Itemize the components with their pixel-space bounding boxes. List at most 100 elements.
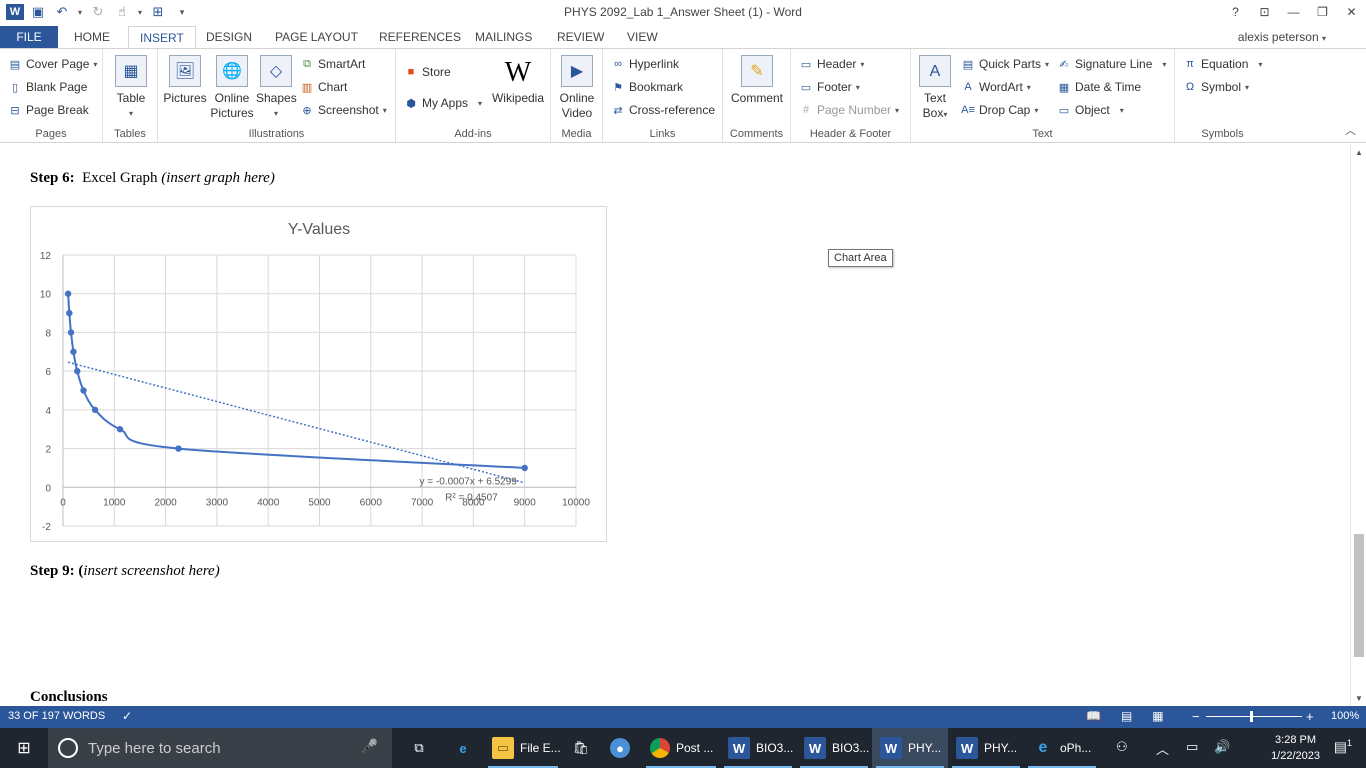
hyperlink-button[interactable]: ∞ Hyperlink [611, 57, 679, 71]
zoom-track[interactable] [1206, 716, 1302, 717]
ribbon-display-options-icon[interactable]: ⊡ [1250, 0, 1279, 24]
taskbar-search[interactable]: Type here to search 🎤 [48, 728, 392, 768]
zoom-in-icon[interactable]: + [1306, 709, 1314, 724]
online-pictures-button[interactable]: 🌐 Online Pictures [210, 55, 254, 121]
comment-button[interactable]: ✎ Comment [728, 55, 786, 106]
chrome-taskbar-icon[interactable]: ● [602, 728, 640, 768]
restore-icon[interactable]: ❐ [1308, 0, 1337, 24]
proofing-icon[interactable]: ✓ [122, 709, 132, 723]
wikipedia-icon: W [504, 57, 532, 88]
people-icon[interactable]: ⚇ [1116, 739, 1128, 755]
notifications-icon[interactable]: ▤1 [1334, 738, 1352, 756]
tab-review[interactable]: REVIEW [546, 26, 615, 49]
ribbon-insert: ▤ Cover Page ▾ ▯ Blank Page ⊟ Page Break Pag… [0, 48, 1366, 143]
close-icon[interactable]: ✕ [1337, 0, 1366, 24]
page-break-button[interactable]: ⊟ Page Break [8, 103, 88, 117]
internet-explorer-icon[interactable]: e [444, 728, 482, 768]
cover-page-button[interactable]: ▤ Cover Page ▾ [8, 57, 98, 71]
microphone-icon[interactable]: 🎤 [361, 738, 378, 755]
screenshot-button[interactable]: ⊕ Screenshot ▾ [300, 103, 386, 117]
taskbar-item-edge[interactable]: e oPh... [1024, 728, 1100, 768]
quick-parts-label: Quick Parts [979, 57, 1042, 71]
screenshot-icon: ⊕ [302, 104, 312, 117]
wordart-button[interactable]: A WordArt ▾ [961, 80, 1030, 94]
battery-icon[interactable]: ▭ [1186, 739, 1198, 755]
zoom-out-icon[interactable]: − [1192, 709, 1200, 724]
quick-parts-button[interactable]: ▤ Quick Parts ▾ [961, 57, 1049, 71]
blank-page-button[interactable]: ▯ Blank Page [8, 80, 87, 94]
zoom-level[interactable]: 100% [1331, 710, 1359, 722]
tab-file[interactable]: FILE [0, 26, 58, 49]
taskbar-item-post[interactable]: Post ... [642, 728, 720, 768]
header-button[interactable]: ▭ Header ▾ [799, 57, 865, 71]
object-button[interactable]: ▭ Object ▾ [1057, 103, 1124, 117]
store-taskbar-icon[interactable]: 🛍 [562, 728, 600, 768]
text-box-button[interactable]: A Text Box▾ [917, 55, 953, 122]
chevron-down-icon: ▾ [1045, 59, 1050, 69]
table-button[interactable]: ▦ Table ▾ [113, 55, 149, 121]
y-tick-label: 12 [40, 251, 52, 262]
scroll-thumb[interactable] [1354, 534, 1364, 657]
store-button[interactable]: ■ Store [404, 65, 451, 79]
search-input[interactable]: Type here to search [88, 740, 221, 757]
minimize-icon[interactable]: — [1279, 0, 1308, 24]
help-button[interactable]: ? [1221, 0, 1250, 24]
user-name[interactable]: alexis peterson ▾ [1238, 30, 1326, 44]
tab-references[interactable]: REFERENCES [368, 26, 472, 49]
online-video-button[interactable]: ▶ Online Video [557, 55, 597, 121]
smartart-button[interactable]: ⧉ SmartArt [300, 57, 365, 71]
print-layout-icon[interactable]: ▤ [1121, 709, 1132, 723]
equation-button[interactable]: π Equation ▾ [1183, 57, 1262, 71]
tab-view[interactable]: VIEW [616, 26, 669, 49]
taskbar-item-phys-2[interactable]: W PHY... [948, 728, 1024, 768]
tab-design[interactable]: DESIGN [195, 26, 263, 49]
scroll-up-icon[interactable]: ▲ [1351, 144, 1366, 160]
document-area[interactable]: Step 6: Excel Graph (insert graph here) … [0, 144, 1350, 706]
task-view-glyph: ⧉ [414, 740, 424, 755]
taskbar-item-file-explorer[interactable]: ▭ File E... [484, 728, 562, 768]
wikipedia-button[interactable]: W Wikipedia [488, 55, 548, 106]
symbol-button[interactable]: Ω Symbol ▾ [1183, 80, 1249, 94]
windows-start-icon[interactable]: ⊞ [0, 728, 48, 768]
chevron-up-icon[interactable]: ︿ [1156, 739, 1169, 758]
word-count[interactable]: 33 OF 197 WORDS [8, 710, 105, 722]
zoom-slider[interactable]: − + [1190, 706, 1320, 728]
screenshot-label: Screenshot [318, 103, 379, 117]
date-time-button[interactable]: ▦ Date & Time [1057, 80, 1141, 94]
tab-insert[interactable]: INSERT [128, 26, 196, 50]
chart-area[interactable]: Y-Values 0 1000 2000 3000 4000 5000 6000 7000 8 0… [30, 206, 607, 542]
tab-mailings[interactable]: MAILINGS [464, 26, 543, 49]
shapes-button[interactable]: ◇ Shapes ▾ [256, 55, 297, 121]
trendline-equation: y = -0.0007x + 6.5299 [420, 476, 518, 487]
tab-page-layout[interactable]: PAGE LAYOUT [264, 26, 369, 49]
taskbar-item-label: oPh... [1060, 741, 1092, 755]
clock[interactable]: 3:28 PM 1/22/2023 [1271, 732, 1320, 764]
read-mode-icon[interactable]: 📖 [1086, 709, 1101, 723]
bookmark-button[interactable]: ⚑ Bookmark [611, 80, 683, 94]
taskbar-item-phys-active[interactable]: W PHY... [872, 728, 948, 768]
chart-button[interactable]: ▥ Chart [300, 80, 348, 94]
footer-button[interactable]: ▭ Footer ▾ [799, 80, 860, 94]
taskbar-item-bio3-2[interactable]: W BIO3... [796, 728, 872, 768]
chevron-down-icon: ▾ [1245, 82, 1250, 92]
cross-reference-button[interactable]: ⇄ Cross-reference [611, 103, 715, 117]
drop-cap-button[interactable]: A≡ Drop Cap ▾ [961, 103, 1038, 117]
task-view-icon[interactable]: ⧉ [400, 728, 436, 768]
tab-home[interactable]: HOME [63, 26, 121, 49]
smartart-icon: ⧉ [303, 57, 311, 70]
taskbar-item-label: BIO3... [832, 741, 870, 755]
page-number-button[interactable]: # Page Number ▾ [799, 103, 899, 117]
pictures-button[interactable]: 🖼 Pictures [162, 55, 208, 106]
zoom-knob[interactable] [1250, 711, 1253, 722]
signature-line-button[interactable]: ✍ Signature Line ▾ [1057, 57, 1166, 71]
pi-icon: π [1186, 58, 1194, 70]
scroll-down-icon[interactable]: ▼ [1351, 690, 1366, 706]
group-label-tables: Tables [114, 128, 146, 140]
volume-icon[interactable]: 🔊 [1214, 739, 1230, 755]
collapse-ribbon-icon[interactable]: ︿ [1345, 122, 1356, 138]
taskbar-item-bio3-1[interactable]: W BIO3... [720, 728, 796, 768]
vertical-scrollbar[interactable]: ▲ ▼ [1350, 144, 1366, 706]
web-layout-icon[interactable]: ▦ [1152, 709, 1163, 723]
my-apps-button[interactable]: ⬢ My Apps ▾ [404, 96, 482, 110]
group-label-illustrations: Illustrations [248, 128, 305, 140]
